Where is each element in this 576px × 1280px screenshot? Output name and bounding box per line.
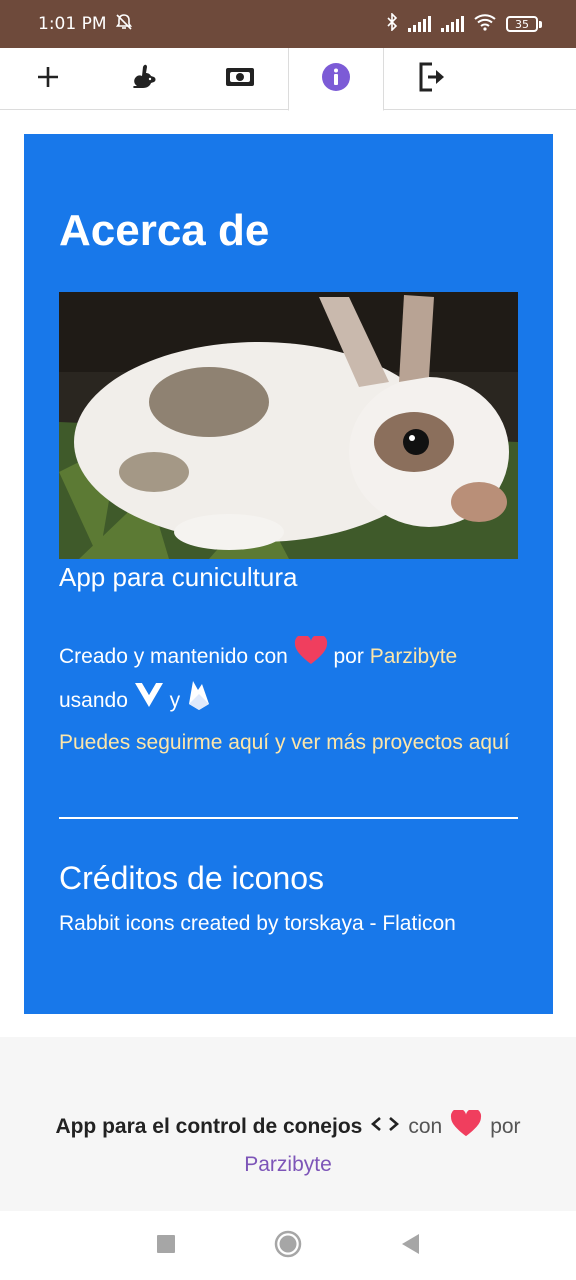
app-subtitle: App para cunicultura (59, 562, 298, 592)
system-navigation-bar (0, 1211, 576, 1280)
created-prefix: Creado y mantenido con (59, 645, 288, 669)
status-right: 35 (386, 11, 542, 36)
footer-author-line: Parzibyte (0, 1153, 576, 1177)
heart-icon (294, 634, 328, 679)
rabbit-photo (59, 292, 518, 559)
tab-money[interactable] (192, 48, 288, 110)
info-icon (321, 62, 351, 96)
credits-title: Créditos de iconos (59, 860, 325, 896)
status-time: 1:01 PM (38, 14, 107, 34)
tab-about[interactable] (288, 48, 384, 111)
silent-bell-icon (115, 13, 133, 36)
top-nav (0, 48, 576, 111)
status-left: 1:01 PM (38, 13, 133, 36)
footer-con: con (408, 1115, 443, 1138)
battery-level: 35 (506, 16, 538, 32)
using-label: usando (59, 689, 128, 713)
footer-app-text: App para el control de conejos (55, 1115, 363, 1138)
money-icon (225, 66, 255, 92)
signal-icon (408, 16, 431, 32)
about-card: Acerca de App para cunicultura Creado y … (24, 134, 553, 1014)
follow-link[interactable]: Puedes seguirme aquí y ver más proyectos… (59, 731, 510, 754)
footer-author-link[interactable]: Parzibyte (244, 1153, 332, 1176)
square-icon[interactable] (156, 1234, 176, 1258)
tab-add[interactable] (0, 48, 96, 110)
signal-icon (441, 16, 464, 32)
battery-icon: 35 (506, 16, 542, 32)
tab-rabbits[interactable] (96, 48, 192, 110)
footer-por: por (490, 1115, 521, 1138)
code-icon (370, 1114, 400, 1140)
rabbit-icon (129, 63, 159, 95)
tab-logout[interactable] (384, 48, 480, 110)
divider (59, 817, 518, 819)
wifi-icon (474, 13, 496, 36)
page-title: Acerca de (59, 206, 270, 255)
logout-icon (418, 62, 446, 96)
circle-home-icon[interactable] (274, 1230, 302, 1262)
footer-line: App para el control de conejos con por (0, 1108, 576, 1144)
plus-icon (36, 65, 60, 93)
created-por: por (333, 645, 364, 669)
bluetooth-icon (386, 11, 398, 36)
created-by-paragraph: Creado y mantenido con por Parzibyte usa… (59, 634, 529, 762)
vue-icon (134, 682, 164, 721)
footer: App para el control de conejos con por P… (0, 1037, 576, 1211)
back-triangle-icon[interactable] (400, 1233, 420, 1259)
firebase-icon (186, 679, 212, 724)
credits-text[interactable]: Rabbit icons created by torskaya - Flati… (59, 912, 456, 936)
author-link[interactable]: Parzibyte (370, 645, 458, 668)
and-label: y (169, 689, 181, 713)
status-bar: 1:01 PM 35 (0, 0, 576, 48)
footer-heart-icon (450, 1108, 482, 1144)
